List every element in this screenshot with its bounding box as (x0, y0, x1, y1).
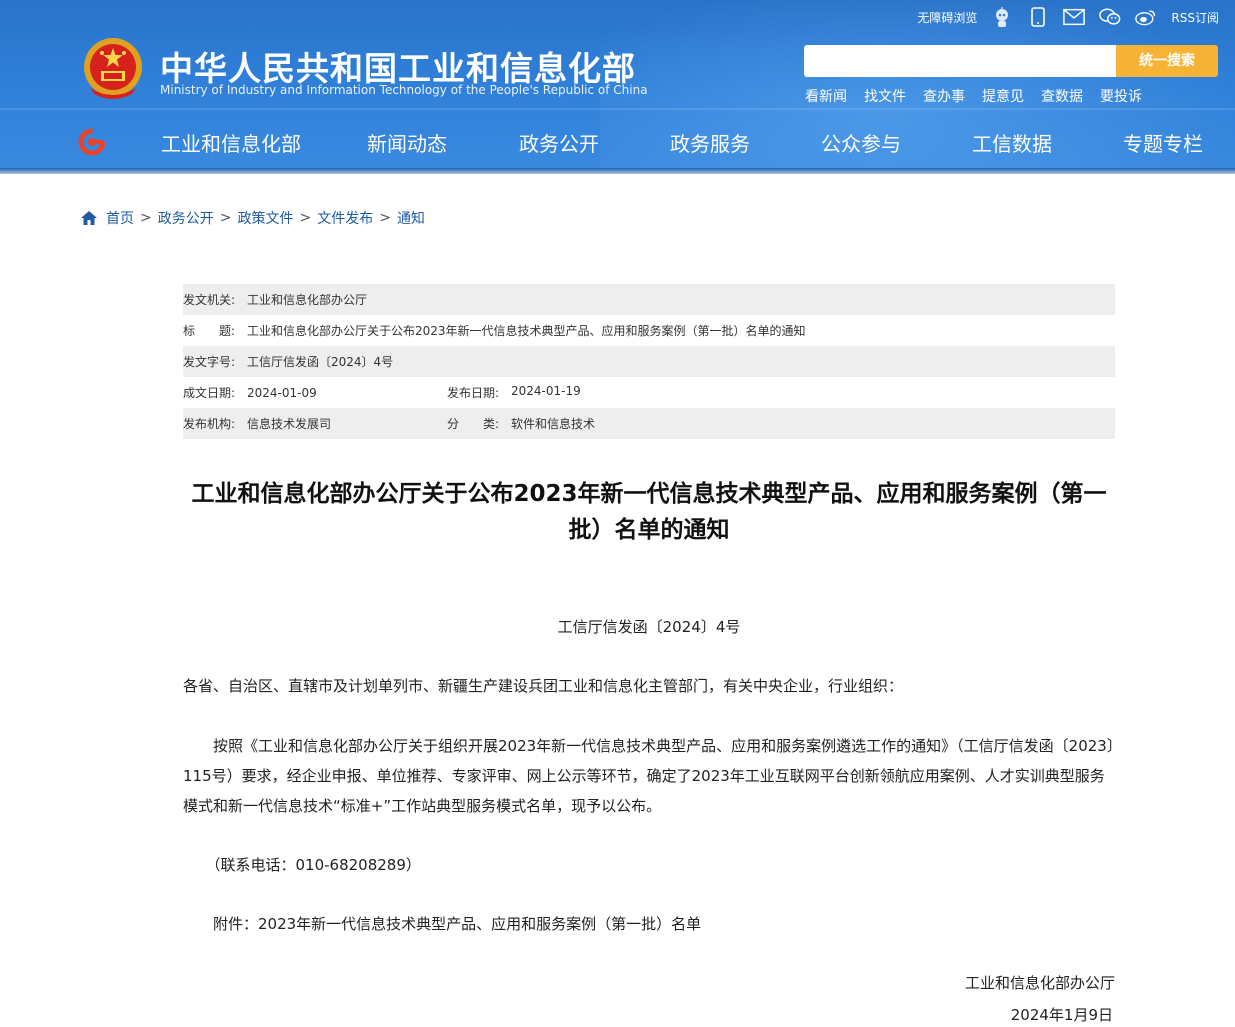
article-sign-date: 2024年1月9日 (1010, 1006, 1113, 1024)
meta-label: 发文字号: (183, 355, 236, 369)
article-salutation: 各省、自治区、直辖市及计划单列市、新疆生产建设兵团工业和信息化主管部门，有关中央… (183, 677, 904, 695)
nav-item-government-affairs[interactable]: 政务公开 (519, 128, 599, 157)
rss-link[interactable]: RSS订阅 (1171, 9, 1219, 26)
nav-item-topics[interactable]: 专题专栏 (1123, 128, 1203, 157)
meta-row-dates: 成文日期: 2024-01-09 发布日期: 2024-01-19 (183, 377, 1115, 408)
meta-row-org: 发布机构: 信息技术发展司 分 类: 软件和信息技术 (183, 408, 1115, 439)
quick-links: 看新闻 找文件 查办事 提意见 查数据 要投诉 (805, 86, 1142, 106)
quick-link-data[interactable]: 查数据 (1041, 86, 1083, 106)
meta-title: 工业和信息化部办公厅关于公布2023年新一代信息技术典型产品、应用和服务案例（第… (247, 324, 806, 338)
main-nav: 工业和信息化部 新闻动态 政务公开 政务服务 公众参与 工信数据 专题专栏 (0, 120, 1235, 164)
mail-icon[interactable] (1063, 7, 1086, 27)
document-metadata-table: 发文机关: 工业和信息化部办公厅 标 题: 工业和信息化部办公厅关于公布2023… (183, 284, 1115, 439)
meta-label: 分 类: (447, 417, 500, 431)
site-header: 中华人民共和国工业和信息化部 Ministry of Industry and … (0, 0, 1235, 174)
nav-item-news[interactable]: 新闻动态 (367, 128, 447, 157)
breadcrumb-separator: > (299, 210, 312, 226)
meta-label: 发文机关: (183, 293, 236, 307)
breadcrumb-file-release[interactable]: 文件发布 (317, 208, 373, 228)
article-signer: 工业和信息化部办公厅 (964, 974, 1115, 992)
nav-item-participation[interactable]: 公众参与 (821, 128, 901, 157)
article-contact: （联系电话：010-68208289） (183, 856, 421, 874)
breadcrumb-notice[interactable]: 通知 (397, 208, 425, 228)
header-bottom-shadow (0, 168, 1235, 174)
meta-label: 发布机构: (183, 417, 236, 431)
breadcrumb: 首页 > 政务公开 > 政策文件 > 文件发布 > 通知 (80, 208, 425, 228)
meta-category: 软件和信息技术 (511, 417, 596, 431)
quick-link-news[interactable]: 看新闻 (805, 86, 847, 106)
nav-item-services[interactable]: 政务服务 (670, 128, 750, 157)
breadcrumb-separator: > (219, 210, 232, 226)
miit-logo-icon[interactable] (78, 128, 106, 156)
article-title: 工业和信息化部办公厅关于公布2023年新一代信息技术典型产品、应用和服务案例（第… (191, 481, 1107, 543)
meta-row-docno: 发文字号: 工信厅信发函〔2024〕4号 (183, 346, 1115, 377)
nav-item-data[interactable]: 工信数据 (972, 128, 1052, 157)
meta-issuer: 工业和信息化部办公厅 (247, 293, 368, 307)
article-doc-number: 工信厅信发函〔2024〕4号 (557, 618, 741, 636)
meta-category-cell: 分 类: 软件和信息技术 (447, 415, 595, 432)
mobile-icon[interactable] (1027, 7, 1049, 27)
meta-published-date: 2024-01-19 (511, 384, 581, 398)
meta-label: 标 题: (183, 324, 236, 338)
weibo-icon[interactable] (1135, 7, 1157, 27)
meta-docno: 工信厅信发函〔2024〕4号 (247, 355, 394, 369)
quick-link-services[interactable]: 查办事 (923, 86, 965, 106)
breadcrumb-policy-files[interactable]: 政策文件 (237, 208, 293, 228)
breadcrumb-home[interactable]: 首页 (106, 208, 134, 228)
nav-item-ministry[interactable]: 工业和信息化部 (161, 128, 301, 157)
meta-written-date: 2024-01-09 (247, 385, 317, 400)
wechat-icon[interactable] (1099, 7, 1121, 27)
article-attachment-link[interactable]: 附件：2023年新一代信息技术典型产品、应用和服务案例（第一批）名单 (183, 909, 1115, 939)
meta-label: 发布日期: (447, 386, 500, 400)
meta-label: 成文日期: (183, 386, 236, 400)
home-icon[interactable] (80, 210, 98, 226)
breadcrumb-separator: > (379, 210, 391, 226)
robot-assistant-icon[interactable] (991, 7, 1013, 27)
site-subtitle: Ministry of Industry and Information Tec… (160, 83, 648, 97)
meta-row-issuer: 发文机关: 工业和信息化部办公厅 (183, 284, 1115, 315)
meta-published-cell: 发布日期: 2024-01-19 (447, 384, 581, 401)
breadcrumb-government-affairs[interactable]: 政务公开 (158, 208, 214, 228)
search-input[interactable] (804, 45, 1116, 77)
accessibility-link[interactable]: 无障碍浏览 (917, 9, 977, 26)
national-emblem-icon[interactable] (82, 36, 144, 102)
quick-link-files[interactable]: 找文件 (864, 86, 906, 106)
top-utility-bar: 无障碍浏览 RSS订阅 (917, 6, 1219, 28)
meta-org: 信息技术发展司 (247, 417, 332, 431)
quick-link-complaint[interactable]: 要投诉 (1100, 86, 1142, 106)
header-line (0, 108, 1235, 110)
quick-link-feedback[interactable]: 提意见 (982, 86, 1024, 106)
breadcrumb-separator: > (140, 210, 152, 226)
meta-row-title: 标 题: 工业和信息化部办公厅关于公布2023年新一代信息技术典型产品、应用和服… (183, 315, 1115, 346)
article-body-paragraph: 按照《工业和信息化部办公厅关于组织开展2023年新一代信息技术典型产品、应用和服… (183, 737, 1115, 815)
search-button[interactable]: 统一搜索 (1116, 45, 1218, 77)
